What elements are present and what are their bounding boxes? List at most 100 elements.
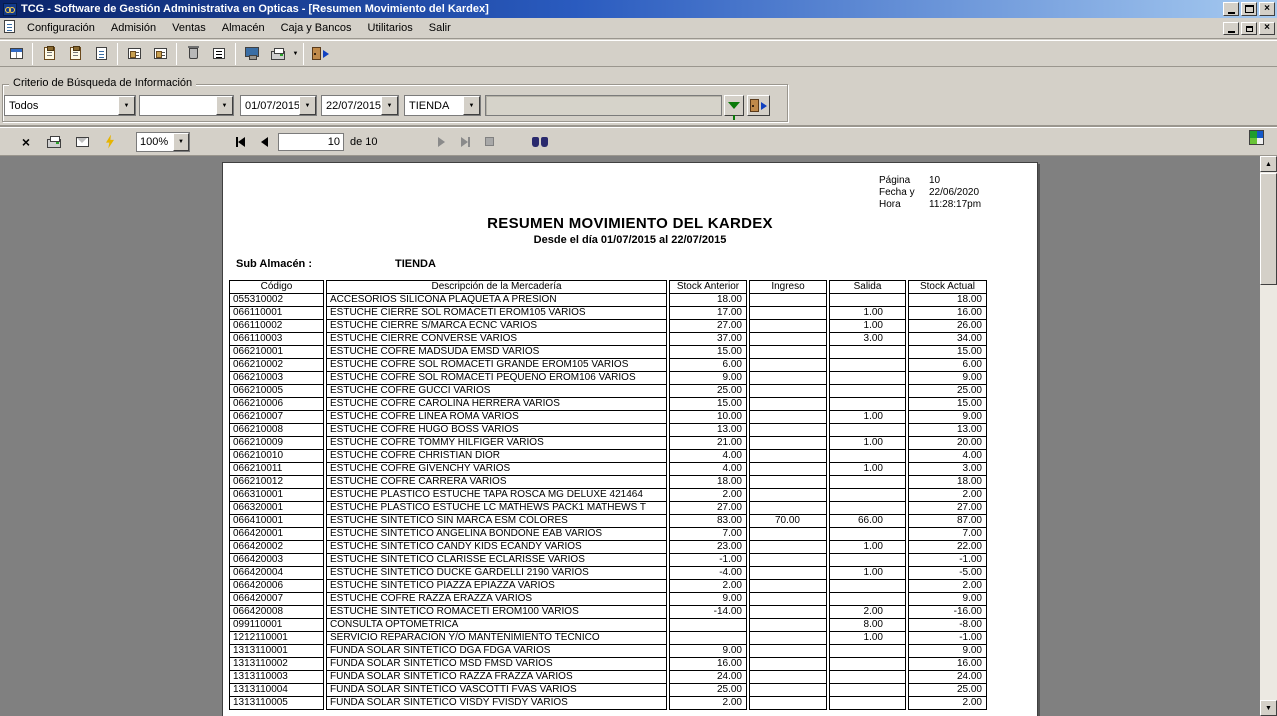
dropdown-button[interactable]: ▼ <box>299 96 316 115</box>
refresh-button[interactable] <box>98 131 122 153</box>
table-cell: 1.00 <box>829 436 906 450</box>
table-row: 066420007ESTUCHE COFRE RAZZA ERAZZA VARI… <box>229 592 991 606</box>
close-search-button[interactable] <box>747 95 770 116</box>
list-button[interactable] <box>206 42 232 66</box>
table-cell: 066310001 <box>229 488 324 502</box>
table-cell: 18.00 <box>908 293 987 307</box>
exit-door-icon <box>312 47 321 60</box>
minimize-button[interactable] <box>1223 2 1239 16</box>
export-report-button[interactable] <box>70 131 94 153</box>
meta-label: Fecha y <box>879 187 929 199</box>
table-row: 066210010ESTUCHE COFRE CHRISTIAN DIOR4.0… <box>229 449 991 463</box>
print-button[interactable] <box>265 42 291 66</box>
table-cell <box>829 423 906 437</box>
clipboard-button[interactable] <box>36 42 62 66</box>
apply-filter-button[interactable] <box>724 95 744 116</box>
next-page-button[interactable] <box>430 131 454 153</box>
table-cell: 15.00 <box>669 345 747 359</box>
menu-admision[interactable]: Admisión <box>103 20 164 36</box>
table-cell: 1.00 <box>829 631 906 645</box>
menu-salir[interactable]: Salir <box>421 20 459 36</box>
search-value-input[interactable] <box>485 95 722 116</box>
monitor-button[interactable] <box>239 42 265 66</box>
minimize-icon <box>1228 31 1235 33</box>
table-cell: ESTUCHE CIERRE S/MARCA ECNC VARIOS <box>326 319 667 333</box>
dropdown-button[interactable]: ▼ <box>173 133 189 151</box>
dropdown-button[interactable]: ▼ <box>381 96 398 115</box>
card-file-button[interactable] <box>121 42 147 66</box>
menu-caja-y-bancos[interactable]: Caja y Bancos <box>273 20 360 36</box>
table-cell <box>669 618 747 632</box>
vertical-scrollbar[interactable]: ▲ ▼ <box>1260 156 1277 716</box>
clipboard-alt-button[interactable] <box>62 42 88 66</box>
dropdown-button[interactable]: ▼ <box>463 96 480 115</box>
table-cell: ESTUCHE COFRE LINEA ROMA VARIOS <box>326 410 667 424</box>
delete-button[interactable] <box>180 42 206 66</box>
menu-utilitarios[interactable]: Utilitarios <box>360 20 421 36</box>
print-options-dropdown[interactable]: ▼ <box>291 42 300 66</box>
table-cell <box>749 644 827 658</box>
close-preview-button[interactable]: × <box>14 131 38 153</box>
page-number-input[interactable] <box>278 133 344 151</box>
table-row: 066210012ESTUCHE COFRE CARRERA VARIOS18.… <box>229 475 991 489</box>
table-cell: 18.00 <box>669 475 747 489</box>
table-cell: FUNDA SOLAR SINTETICO VISDY FVISDY VARIO… <box>326 696 667 710</box>
table-cell <box>829 527 906 541</box>
scroll-up-button[interactable]: ▲ <box>1260 156 1277 172</box>
table-row: 1313110002FUNDA SOLAR SINTETICO MSD FMSD… <box>229 657 991 671</box>
scroll-down-button[interactable]: ▼ <box>1260 700 1277 716</box>
table-cell: -1.00 <box>669 553 747 567</box>
print-report-button[interactable] <box>42 131 66 153</box>
menu-configuracion[interactable]: Configuración <box>19 20 103 36</box>
table-cell: 1.00 <box>829 410 906 424</box>
close-button[interactable]: × <box>1259 2 1275 16</box>
document-button[interactable] <box>88 42 114 66</box>
menu-bar: Configuración Admisión Ventas Almacén Ca… <box>0 18 1277 39</box>
table-cell: 15.00 <box>908 345 987 359</box>
last-page-button[interactable] <box>454 131 478 153</box>
stop-button[interactable] <box>478 131 502 153</box>
menu-almacen[interactable]: Almacén <box>214 20 273 36</box>
table-cell <box>749 423 827 437</box>
dropdown-button[interactable]: ▼ <box>216 96 233 115</box>
table-cell: 1.00 <box>829 319 906 333</box>
first-page-button[interactable] <box>228 131 252 153</box>
table-cell: 066410001 <box>229 514 324 528</box>
table-cell: 066420001 <box>229 527 324 541</box>
table-cell <box>829 592 906 606</box>
warehouse-select[interactable]: TIENDA ▼ <box>404 95 481 116</box>
table-row: 066210009ESTUCHE COFRE TOMMY HILFIGER VA… <box>229 436 991 450</box>
filter-type-select[interactable]: Todos ▼ <box>4 95 136 116</box>
mdi-restore-button[interactable] <box>1241 22 1257 35</box>
mdi-close-button[interactable]: × <box>1259 22 1275 35</box>
table-cell: 25.00 <box>669 683 747 697</box>
table-row: 066420004ESTUCHE SINTETICO DUCKE GARDELL… <box>229 566 991 580</box>
card-file-alt-button[interactable] <box>147 42 173 66</box>
dropdown-button[interactable]: ▼ <box>118 96 135 115</box>
table-cell: 18.00 <box>908 475 987 489</box>
menu-ventas[interactable]: Ventas <box>164 20 214 36</box>
maximize-button[interactable] <box>1241 2 1257 16</box>
window-form-button[interactable] <box>3 42 29 66</box>
toolbar-separator <box>32 43 33 65</box>
zoom-select[interactable]: 100% ▼ <box>136 132 190 152</box>
table-cell: 1212110001 <box>229 631 324 645</box>
table-cell <box>829 371 906 385</box>
table-cell: -4.00 <box>669 566 747 580</box>
table-cell: FUNDA SOLAR SINTETICO VASCOTTI FVAS VARI… <box>326 683 667 697</box>
search-text-button[interactable] <box>528 131 552 153</box>
date-to-select[interactable]: 22/07/2015 ▼ <box>321 95 399 116</box>
previous-page-button[interactable] <box>252 131 276 153</box>
report-meta: Página10 Fecha y22/06/2020 Hora11:28:17p… <box>879 175 981 211</box>
table-cell: 6.00 <box>669 358 747 372</box>
table-cell: 83.00 <box>669 514 747 528</box>
table-row: 099110001CONSULTA OPTOMETRICA8.00-8.00 <box>229 618 991 632</box>
scrollbar-thumb[interactable] <box>1260 173 1277 285</box>
exit-arrow-icon <box>761 102 767 110</box>
date-from-select[interactable]: 01/07/2015 ▼ <box>240 95 317 116</box>
mdi-minimize-button[interactable] <box>1223 22 1239 35</box>
criteria-group-label: Criterio de Búsqueda de Información <box>9 77 196 89</box>
table-cell: ESTUCHE COFRE GIVENCHY VARIOS <box>326 462 667 476</box>
secondary-filter-select[interactable]: ▼ <box>139 95 234 116</box>
exit-button[interactable] <box>307 42 333 66</box>
